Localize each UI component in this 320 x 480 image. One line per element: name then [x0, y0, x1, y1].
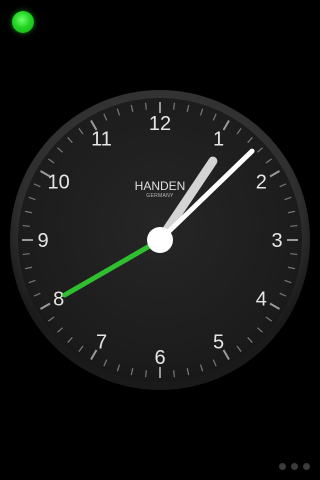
minute-tick	[144, 102, 147, 110]
page-dot-3[interactable]	[303, 463, 310, 470]
minute-tick	[22, 253, 30, 256]
numeral-10: 10	[48, 172, 70, 194]
numeral-3: 3	[271, 230, 282, 252]
center-hub	[147, 227, 173, 253]
numeral-4: 4	[256, 289, 267, 311]
numeral-8: 8	[53, 289, 64, 311]
minute-tick	[290, 224, 298, 227]
minute-tick	[173, 102, 176, 110]
numeral-9: 9	[37, 230, 48, 252]
minute-tick	[290, 253, 298, 256]
minute-tick	[144, 370, 147, 378]
page-dot-2[interactable]	[291, 463, 298, 470]
numeral-5: 5	[213, 331, 224, 353]
status-indicator-icon	[12, 11, 34, 33]
page-indicator-dots[interactable]	[279, 463, 310, 470]
brand-name: HANDEN	[135, 179, 186, 193]
numeral-7: 7	[96, 331, 107, 353]
numeral-12: 12	[149, 113, 171, 135]
page-dot-1[interactable]	[279, 463, 286, 470]
numeral-1: 1	[213, 129, 224, 151]
numeral-6: 6	[154, 347, 165, 369]
numeral-11: 11	[91, 129, 112, 151]
numeral-2: 2	[256, 172, 267, 194]
analog-clock[interactable]: 121234567891011 HANDEN GERMANY	[0, 80, 320, 400]
minute-tick	[22, 224, 30, 227]
brand-country: GERMANY	[146, 193, 174, 199]
minute-tick	[173, 370, 176, 378]
